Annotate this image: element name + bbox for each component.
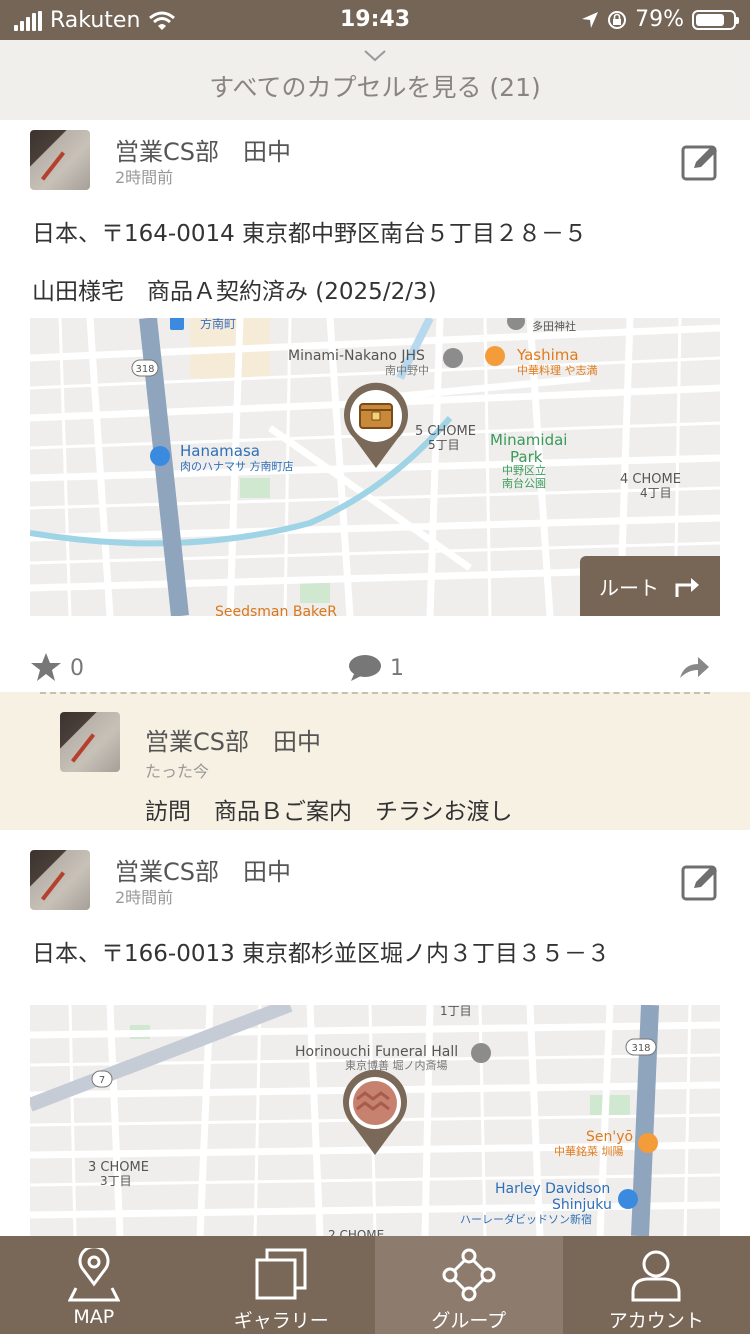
- map-label-funeral-hall: Horinouchi Funeral Hall: [295, 1044, 458, 1060]
- post-author: 営業CS部 田中: [115, 138, 291, 166]
- map-label-bakery: Seedsman BakeR: [215, 604, 337, 616]
- avatar[interactable]: [30, 130, 90, 190]
- map-label-town: 方南町: [200, 318, 236, 331]
- share-icon[interactable]: [678, 654, 710, 680]
- tab-label: アカウント: [608, 1310, 704, 1332]
- post-address: 日本、〒166-0013 東京都杉並区堀ノ内３丁目３５－３: [32, 941, 611, 967]
- map-label-park-jp: 中野区立: [502, 463, 546, 477]
- chevron-down-icon: [364, 50, 386, 62]
- post-author: 営業CS部 田中: [115, 858, 291, 886]
- star-icon[interactable]: [30, 652, 62, 682]
- map-label-restaurant-jp: 中華料理 や志満: [517, 363, 598, 377]
- map-label-2chome: 2 CHOME: [328, 1228, 384, 1236]
- route-arrow-icon: [675, 578, 699, 597]
- map-label-restaurant: Yashima: [516, 346, 579, 364]
- edit-icon[interactable]: [680, 140, 722, 182]
- map-label-4chome: 4 CHOME: [620, 472, 681, 487]
- map-label-harley: Harley Davidson: [495, 1181, 610, 1197]
- post-address: 日本、〒164-0014 東京都中野区南台５丁目２８－５: [32, 221, 588, 247]
- edit-icon[interactable]: [680, 860, 722, 902]
- map-label-harley-2: Shinjuku: [552, 1197, 612, 1213]
- tab-gallery[interactable]: ギャラリー: [188, 1236, 376, 1334]
- comment-author: 営業CS部 田中: [145, 728, 321, 756]
- route-button[interactable]: ルート: [580, 556, 720, 616]
- map-label-3chome-jp: 3丁目: [100, 1174, 132, 1188]
- post-card: 営業CS部 田中 2時間前 日本、〒166-0013 東京都杉並区堀ノ内３丁目３…: [0, 840, 750, 1236]
- map-label-restaurant-jp: 中華銘菜 圳陽: [554, 1144, 624, 1158]
- gallery-icon: [255, 1248, 307, 1300]
- avatar[interactable]: [30, 850, 90, 910]
- location-map[interactable]: 318 方南町 Minami-Nakano JHS 南中野中 多田神社 Yash…: [30, 318, 720, 616]
- rotation-lock-icon: [608, 10, 627, 29]
- post-time: 2時間前: [115, 168, 174, 187]
- map-label-5chome: 5 CHOME: [415, 424, 476, 439]
- tab-label: MAP: [73, 1306, 115, 1328]
- map-pin-icon: [67, 1248, 120, 1302]
- map-label-4chome-jp: 4丁目: [640, 486, 672, 500]
- location-arrow-icon: [582, 11, 599, 28]
- like-count: 0: [70, 656, 84, 681]
- road-318-label: 318: [135, 364, 154, 375]
- tab-label: ギャラリー: [233, 1310, 329, 1332]
- tab-account[interactable]: アカウント: [563, 1236, 750, 1334]
- map-label-shrine: 多田神社: [532, 319, 576, 333]
- map-label-harley-jp: ハーレーダビッドソン新宿: [460, 1212, 592, 1226]
- tab-bar: MAP ギャラリー グループ アカウント: [0, 1236, 750, 1334]
- location-map[interactable]: 7 318 1丁目 Horinouchi Funeral Hall 東京博善 堀…: [30, 1005, 720, 1236]
- map-label-store: Hanamasa: [180, 442, 260, 460]
- map-label-park: Minamidai: [490, 431, 567, 449]
- account-icon: [631, 1250, 681, 1302]
- battery-icon: [692, 9, 739, 30]
- comment-count: 1: [390, 656, 404, 681]
- tab-map[interactable]: MAP: [0, 1236, 188, 1334]
- road-318-label: 318: [631, 1043, 650, 1054]
- treasure-chest-pin-icon[interactable]: [340, 382, 412, 470]
- post-note: 山田様宅 商品Ａ契約済み (2025/2/3): [32, 279, 437, 305]
- view-all-capsules-bar[interactable]: すべてのカプセルを見る (21): [0, 40, 750, 120]
- comment-divider: [40, 692, 710, 694]
- comment-text: 訪問 商品Ｂご案内 チラシお渡し: [145, 799, 513, 825]
- map-label-1chome: 1丁目: [440, 1005, 472, 1018]
- tab-label: グループ: [431, 1310, 507, 1332]
- group-icon: [442, 1248, 496, 1302]
- tab-group[interactable]: グループ: [375, 1236, 563, 1334]
- post-card: 営業CS部 田中 2時間前 日本、〒164-0014 東京都中野区南台５丁目２８…: [0, 120, 750, 692]
- comment-icon[interactable]: [348, 654, 382, 682]
- status-bar: Rakuten 19:43 79%: [0, 0, 750, 40]
- map-label-park-jp-2: 南台公園: [502, 476, 546, 490]
- map-label-restaurant: Sen'yō: [586, 1129, 633, 1145]
- route-label: ルート: [599, 575, 659, 600]
- avatar[interactable]: [60, 712, 120, 772]
- map-label-school-jp: 南中野中: [385, 364, 429, 377]
- view-all-capsules-label: すべてのカプセルを見る (21): [209, 73, 541, 102]
- comment-time: たった今: [145, 762, 210, 781]
- map-label-school: Minami-Nakano JHS: [288, 348, 425, 364]
- map-label-store-jp: 肉のハナマサ 方南町店: [180, 459, 294, 473]
- comment-item: 営業CS部 田中 たった今 訪問 商品Ｂご案内 チラシお渡し: [0, 692, 750, 830]
- road-7-label: 7: [99, 1075, 105, 1086]
- battery-percent: 79%: [635, 7, 684, 32]
- post-time: 2時間前: [115, 888, 174, 907]
- photo-pin-icon[interactable]: [339, 1069, 411, 1157]
- post-actions: 0 1: [0, 648, 750, 688]
- map-label-5chome-jp: 5丁目: [428, 438, 460, 452]
- map-label-3chome: 3 CHOME: [88, 1160, 149, 1175]
